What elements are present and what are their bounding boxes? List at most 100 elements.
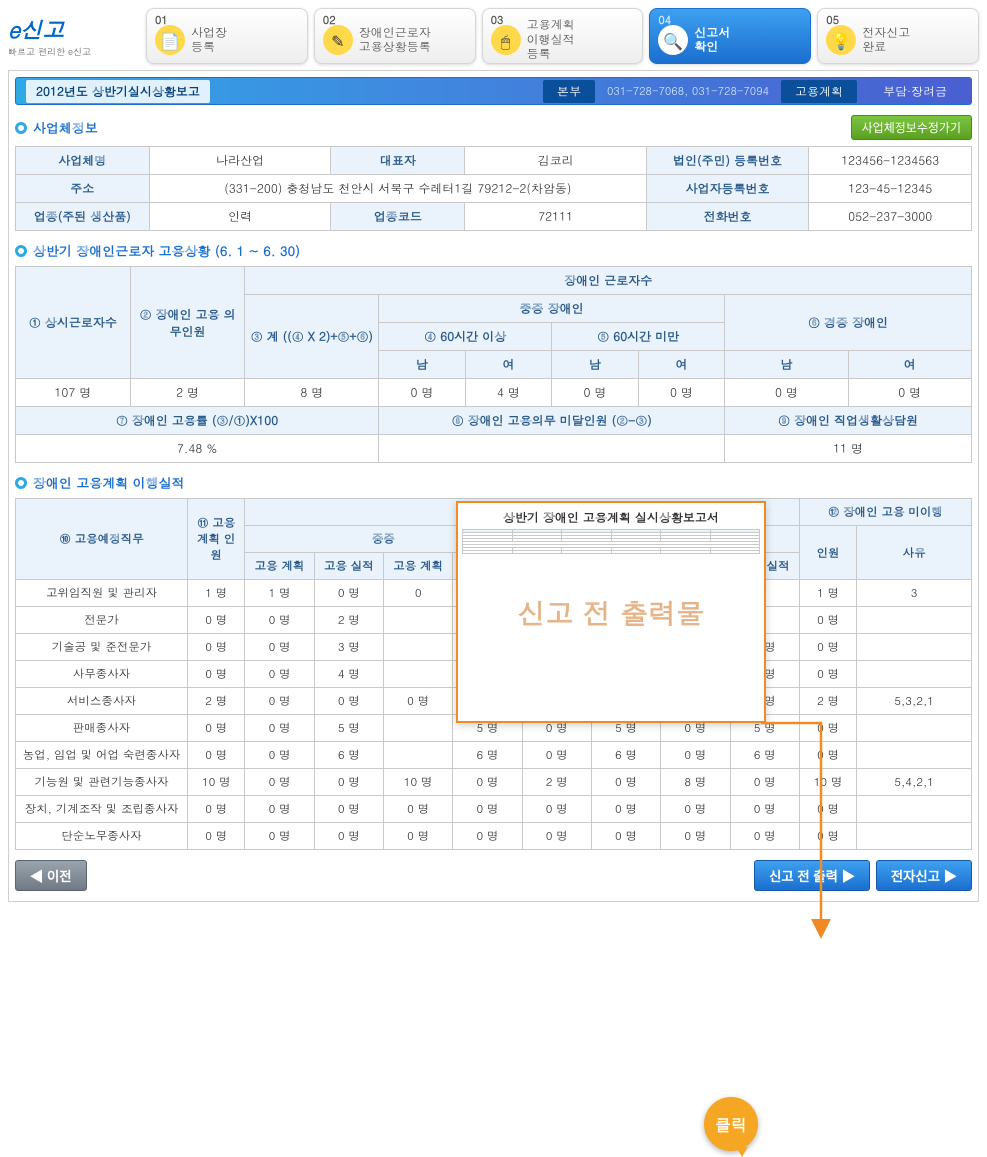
plan-cell-sp2 — [384, 634, 453, 661]
title-bar: 2012년도 상반기실시상황보고 본부 031-728-7068, 031-72… — [15, 77, 972, 105]
plan-cell-sa: 3 명 — [314, 634, 383, 661]
plan-cell-n: 0 명 — [799, 661, 856, 688]
plan-cell-job: 장치, 기계조작 및 조립종사자 — [16, 796, 188, 823]
plan-cell-reason — [857, 715, 972, 742]
tab-plan[interactable]: 고용계획 — [781, 80, 857, 103]
plan-cell-sp2 — [384, 742, 453, 769]
step-icon: 📄 — [155, 25, 185, 55]
ph-reason: 사유 — [857, 526, 972, 580]
val-bizno: 123-45-12345 — [809, 175, 972, 203]
h-60under: ⑤ 60시간 미만 — [552, 323, 725, 351]
bullet-icon — [15, 477, 27, 489]
prev-button[interactable]: ◀ 이전 — [15, 860, 87, 891]
plan-cell-reason — [857, 634, 972, 661]
plan-cell-job: 고위임직원 및 관리자 — [16, 580, 188, 607]
plan-cell-sa: 0 명 — [314, 688, 383, 715]
click-callout-icon: 클릭 — [704, 1097, 758, 1151]
lbl-addr: 주소 — [16, 175, 150, 203]
step-num: 01 — [155, 13, 168, 28]
plan-cell-reason — [857, 661, 972, 688]
plan-cell-reason: 5,3,2,1 — [857, 688, 972, 715]
tab-burden[interactable]: 부담·장려금 — [869, 80, 961, 103]
h-rate: ⑦ 장애인 고용률 (③/①)X100 — [16, 407, 379, 435]
plan-cell-job: 기술공 및 준전문가 — [16, 634, 188, 661]
v-4m: 0 명 — [379, 379, 466, 407]
step-label: 전자신고완료 — [862, 26, 910, 55]
plan-cell-sp2 — [384, 715, 453, 742]
val-company-name: 나라산업 — [149, 147, 331, 175]
plan-cell-job: 농업, 임업 및 어업 숙련종사자 — [16, 742, 188, 769]
h-short: ⑧ 장애인 고용의무 미달인원 (②-③) — [379, 407, 725, 435]
edit-company-button[interactable]: 사업체정보수정가기 — [851, 115, 972, 140]
plan-cell-sa2: 0 명 — [453, 769, 522, 796]
v-total: 8 명 — [245, 379, 379, 407]
h-m3: 남 — [725, 351, 848, 379]
plan-cell-sp: 0 명 — [245, 742, 314, 769]
h-m1: 남 — [379, 351, 466, 379]
step-2[interactable]: 02✎장애인근로자고용상황등록 — [314, 8, 476, 64]
h-f2: 여 — [638, 351, 725, 379]
lbl-biztype: 업종(주된 생산품) — [16, 203, 150, 231]
plan-cell-c: 0 명 — [188, 634, 245, 661]
plan-cell-reason — [857, 742, 972, 769]
plan-cell-reason — [857, 796, 972, 823]
plan-cell-job: 단순노무종사자 — [16, 823, 188, 850]
tab-main[interactable]: 본부 — [543, 80, 595, 103]
h-workers: ① 상시근로자수 — [16, 267, 131, 379]
plan-cell-sp2 — [384, 607, 453, 634]
step-num: 03 — [491, 13, 504, 28]
plan-cell-c: 0 명 — [188, 715, 245, 742]
plan-cell-reason: 5,4,2,1 — [857, 769, 972, 796]
ph-sp2: 고용 계획 — [384, 553, 453, 580]
plan-cell-sp2: 10 명 — [384, 769, 453, 796]
section1-title: 사업체정보 — [33, 118, 98, 137]
step-5[interactable]: 05💡전자신고완료 — [817, 8, 979, 64]
v-5f: 0 명 — [638, 379, 725, 407]
plan-cell-c: 0 명 — [188, 661, 245, 688]
plan-cell-sp: 0 명 — [245, 688, 314, 715]
plan-cell-sa: 6 명 — [314, 742, 383, 769]
step-num: 02 — [323, 13, 336, 28]
plan-cell-sp: 0 명 — [245, 823, 314, 850]
lbl-company-name: 사업체명 — [16, 147, 150, 175]
bullet-icon — [15, 245, 27, 257]
plan-cell-sp2: 0 명 — [384, 823, 453, 850]
plan-cell-sa: 0 명 — [314, 580, 383, 607]
plan-cell-sp: 0 명 — [245, 661, 314, 688]
plan-cell-ma: 0 명 — [591, 796, 660, 823]
logo-sub: 빠르고 편리한 e신고 — [8, 45, 138, 58]
submit-button[interactable]: 전자신고 ▶ — [876, 860, 972, 891]
preview-thumbnail: 상반기 장애인 고용계획 실시상황보고서 신고 전 출력물 — [456, 501, 766, 723]
plan-cell-sp: 0 명 — [245, 796, 314, 823]
step-3[interactable]: 03🖱고용계획이행실적등록 — [482, 8, 644, 64]
preview-watermark: 신고 전 출력물 — [458, 503, 764, 721]
ph-job: ⑩ 고용예정직무 — [16, 499, 188, 580]
step-icon: ✎ — [323, 25, 353, 55]
step-icon: 💡 — [826, 25, 856, 55]
plan-cell-sa: 0 명 — [314, 796, 383, 823]
plan-cell-sa: 0 명 — [314, 769, 383, 796]
phone-numbers: 031-728-7068, 031-728-7094 — [607, 84, 769, 99]
h-f3: 여 — [848, 351, 971, 379]
company-info-table: 사업체명 나라산업 대표자 김코리 법인(주민) 등록번호 123456-123… — [15, 146, 972, 231]
val-addr: (331-200) 충청남도 천안시 서북구 수레터1길 79212-2(차암동… — [149, 175, 646, 203]
plan-cell-mp2: 0 명 — [661, 823, 730, 850]
v-4f: 4 명 — [465, 379, 552, 407]
step-4[interactable]: 04🔍신고서확인 — [649, 8, 811, 64]
plan-cell-c: 1 명 — [188, 580, 245, 607]
plan-cell-job: 전문가 — [16, 607, 188, 634]
plan-cell-ma: 0 명 — [591, 823, 660, 850]
step-1[interactable]: 01📄사업장등록 — [146, 8, 308, 64]
plan-cell-sa: 5 명 — [314, 715, 383, 742]
plan-cell-n: 0 명 — [799, 634, 856, 661]
h-60over: ④ 60시간 이상 — [379, 323, 552, 351]
plan-cell-sp: 0 명 — [245, 715, 314, 742]
employment-status-table: ① 상시근로자수 ② 장애인 고용 의무인원 장애인 근로자수 ③ 계 ((④ … — [15, 266, 972, 463]
preview-callout: 상반기 장애인 고용계획 실시상황보고서 신고 전 출력물 클릭 — [456, 501, 766, 723]
plan-cell-job: 판매종사자 — [16, 715, 188, 742]
step-label: 고용계획이행실적등록 — [527, 18, 575, 61]
plan-cell-mp: 0 명 — [522, 742, 591, 769]
lbl-bizno: 사업자등록번호 — [646, 175, 809, 203]
h-disabled: 장애인 근로자수 — [245, 267, 972, 295]
plan-cell-n: 1 명 — [799, 580, 856, 607]
